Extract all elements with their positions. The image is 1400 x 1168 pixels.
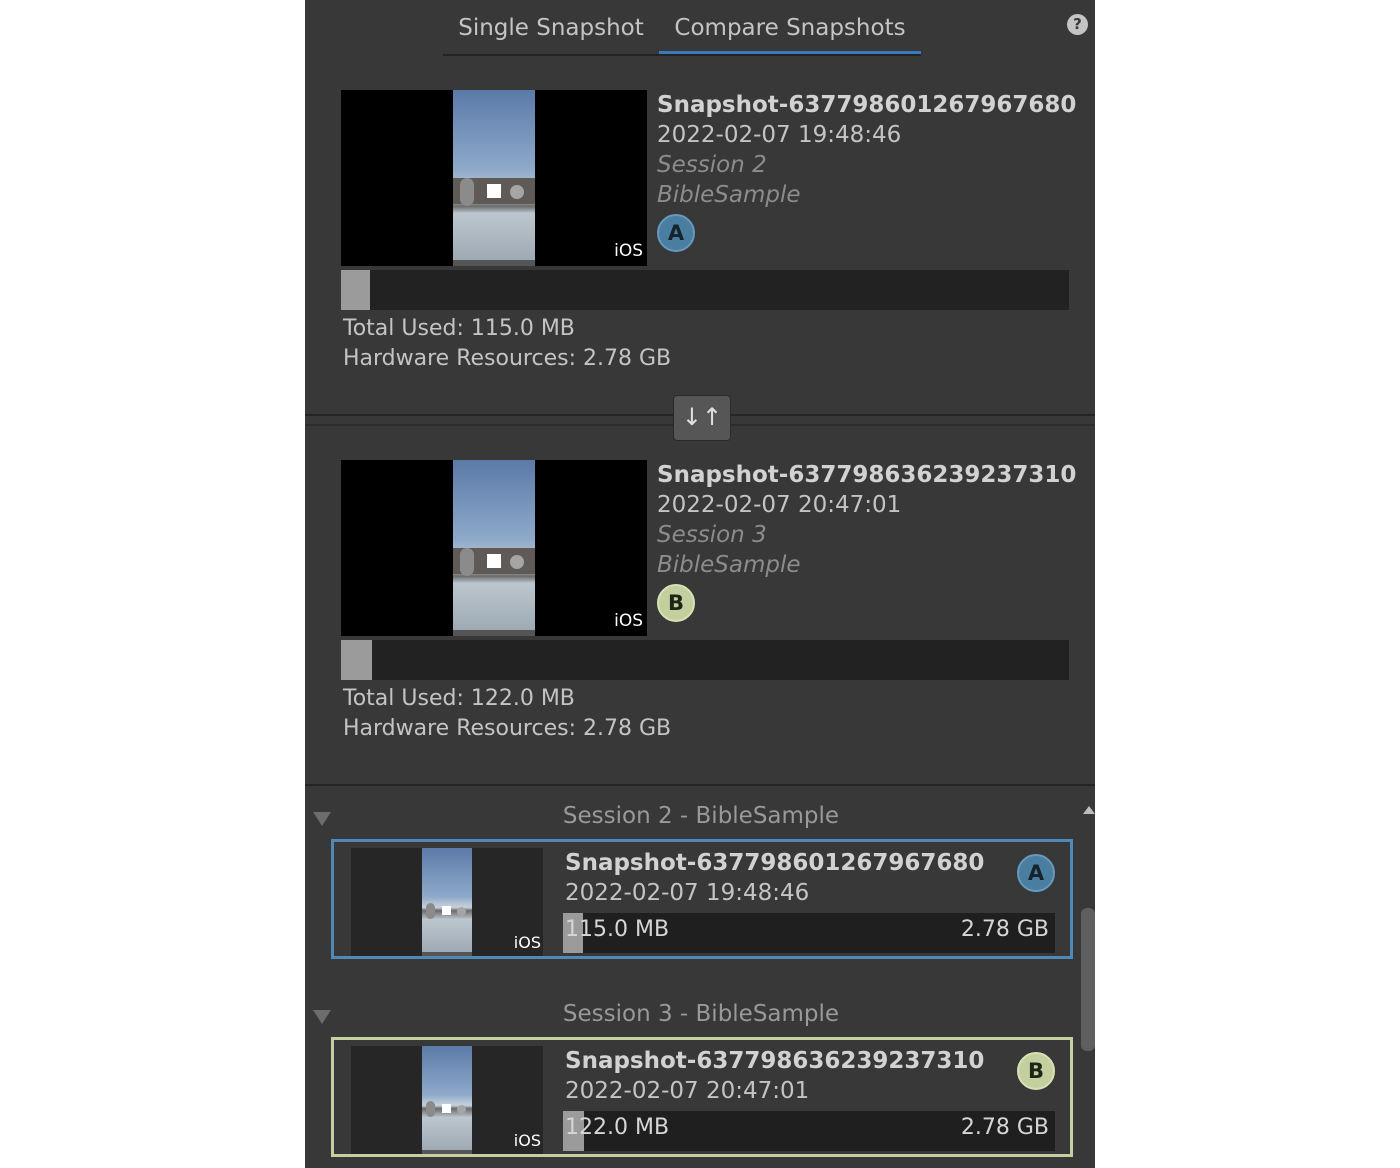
session-group-header[interactable]: Session 3 - BibleSample: [305, 998, 1077, 1032]
snapshot-b-project: BibleSample: [657, 552, 801, 578]
snapshot-b-name: Snapshot-637798636239237310: [657, 462, 1077, 488]
help-icon[interactable]: ?: [1067, 14, 1088, 35]
snapshot-a-date: 2022-02-07 19:48:46: [657, 122, 902, 148]
snapshot-a-hardware: Hardware Resources: 2.78 GB: [343, 346, 672, 371]
snapshot-total-memory: 2.78 GB: [960, 1115, 1049, 1140]
snapshot-b-screenshot: iOS: [341, 460, 647, 636]
snapshot-b-date: 2022-02-07 20:47:01: [657, 492, 902, 518]
snapshot-list-item-b[interactable]: iOS Snapshot-637798636239237310 2022-02-…: [331, 1037, 1073, 1157]
snapshot-a-memory-fill: [341, 270, 371, 310]
snapshot-badge-a: A: [1017, 854, 1055, 892]
tab-compare-snapshots[interactable]: Compare Snapshots: [659, 12, 921, 54]
snapshot-date: 2022-02-07 20:47:01: [565, 1078, 810, 1104]
snapshot-a-memory-bar: [341, 270, 1069, 310]
snapshot-b-session: Session 3: [657, 522, 767, 548]
snapshot-b-memory-fill: [341, 640, 372, 680]
session-group-header[interactable]: Session 2 - BibleSample: [305, 800, 1077, 834]
snapshot-name: Snapshot-637798636239237310: [565, 1048, 985, 1074]
snapshot-a-session: Session 2: [657, 152, 767, 178]
snapshot-thumbnail: iOS: [351, 848, 543, 956]
snapshot-a-total-used: Total Used: 115.0 MB: [343, 316, 575, 341]
platform-label: iOS: [513, 1131, 541, 1150]
snapshot-memory-bar: 115.0 MB 2.78 GB: [563, 913, 1055, 953]
snapshot-list-item-a[interactable]: iOS Snapshot-637798601267967680 2022-02-…: [331, 839, 1073, 959]
snapshot-total-memory: 2.78 GB: [960, 917, 1049, 942]
tab-single-snapshot[interactable]: Single Snapshot: [443, 12, 659, 52]
snapshot-a-badge: A: [657, 214, 695, 252]
snapshot-name: Snapshot-637798601267967680: [565, 850, 985, 876]
platform-label: iOS: [513, 933, 541, 952]
snapshot-used-memory: 115.0 MB: [565, 917, 670, 942]
snapshot-a-name: Snapshot-637798601267967680: [657, 92, 1077, 118]
snapshot-b-badge: B: [657, 584, 695, 622]
snapshot-badge-b: B: [1017, 1052, 1055, 1090]
scrollbar-thumb[interactable]: [1081, 908, 1095, 1051]
memory-profiler-panel: Single Snapshot Compare Snapshots ? iOS …: [305, 0, 1095, 1168]
session-group-label: Session 2 - BibleSample: [562, 803, 840, 829]
swap-vertical-icon: ↓↑: [681, 403, 723, 431]
snapshot-used-memory: 122.0 MB: [565, 1115, 670, 1140]
snapshot-memory-bar: 122.0 MB 2.78 GB: [563, 1111, 1055, 1151]
swap-snapshots-button[interactable]: ↓↑: [673, 395, 731, 441]
platform-label: iOS: [614, 241, 643, 261]
snapshot-a-project: BibleSample: [657, 182, 801, 208]
snapshot-b-total-used: Total Used: 122.0 MB: [343, 686, 575, 711]
session-group-label: Session 3 - BibleSample: [562, 1001, 840, 1027]
snapshot-date: 2022-02-07 19:48:46: [565, 880, 810, 906]
divider: [305, 784, 1095, 786]
tab-bar: Single Snapshot Compare Snapshots: [443, 0, 921, 56]
snapshot-b-hardware: Hardware Resources: 2.78 GB: [343, 716, 672, 741]
snapshot-thumbnail: iOS: [351, 1046, 543, 1154]
platform-label: iOS: [614, 611, 643, 631]
snapshot-b-memory-bar: [341, 640, 1069, 680]
snapshot-a-screenshot: iOS: [341, 90, 647, 266]
